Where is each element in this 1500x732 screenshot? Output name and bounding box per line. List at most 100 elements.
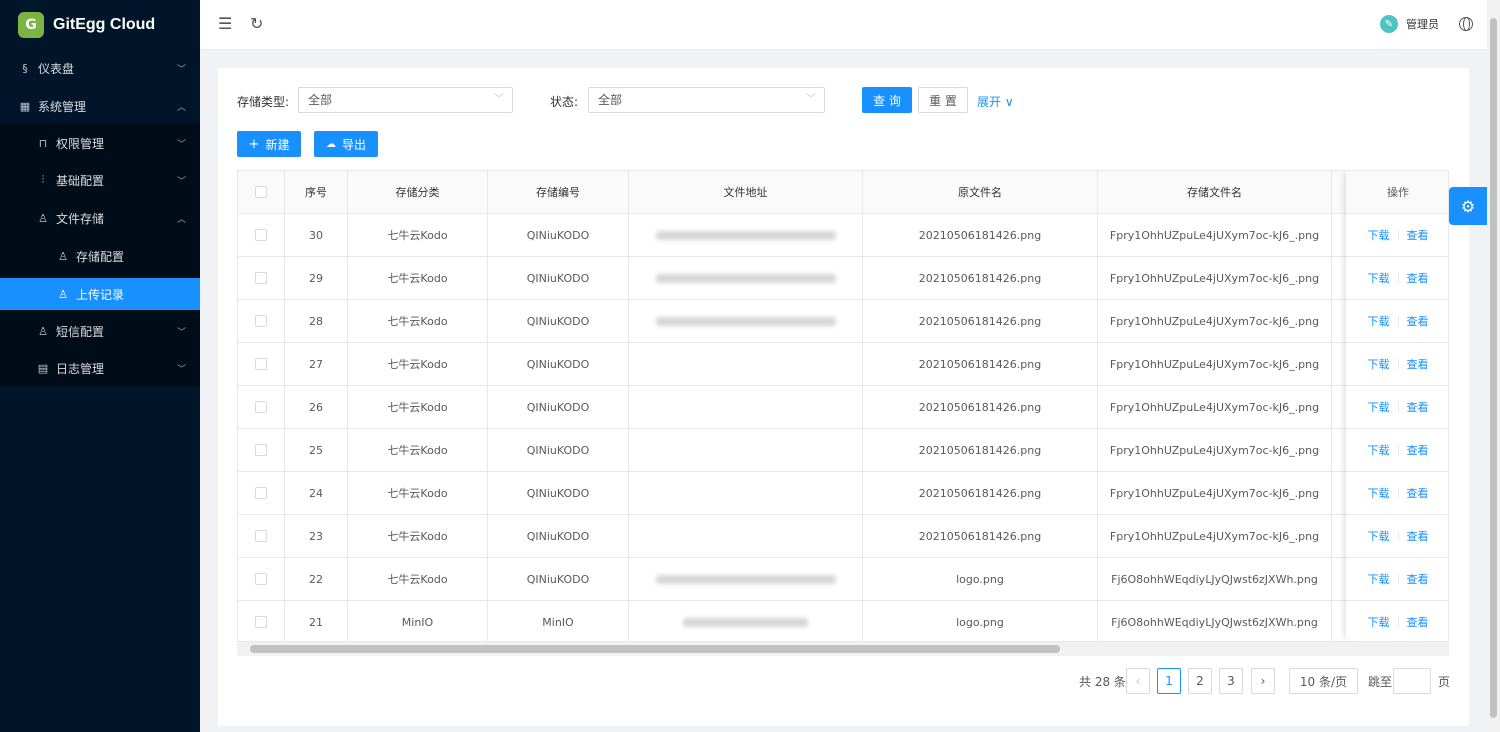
query-button[interactable]: 查 询 xyxy=(862,87,912,113)
view-link[interactable]: 查看 xyxy=(1407,313,1429,329)
select-value: 全部 xyxy=(598,93,623,107)
col-header-url[interactable]: 文件地址 xyxy=(629,171,863,213)
pagination-total: 共 28 条 xyxy=(1079,674,1126,689)
redacted-url xyxy=(655,230,836,240)
download-link[interactable]: 下载 xyxy=(1368,313,1390,329)
cell-no: 24 xyxy=(285,472,348,514)
table-horizontal-scrollbar[interactable] xyxy=(237,642,1449,656)
cell-select xyxy=(238,472,285,514)
cell-stored: Fpry1OhhUZpuLe4jUXym7oc-kJ6_.png xyxy=(1098,214,1332,256)
sidebar-item-log-management[interactable]: ▤ 日志管理 ﹀ xyxy=(0,352,200,384)
reset-button[interactable]: 重 置 xyxy=(918,87,968,113)
col-header-category[interactable]: 存储分类 xyxy=(348,171,488,213)
view-link[interactable]: 查看 xyxy=(1407,571,1429,587)
row-checkbox[interactable] xyxy=(255,272,267,284)
page-button[interactable]: 3 xyxy=(1219,668,1243,694)
download-link[interactable]: 下载 xyxy=(1368,399,1390,415)
sidebar-item-sms-config[interactable]: ♙ 短信配置 ﹀ xyxy=(0,315,200,347)
cell-original: 20210506181426.png xyxy=(863,386,1098,428)
row-checkbox[interactable] xyxy=(255,401,267,413)
action-divider xyxy=(1397,316,1399,326)
row-checkbox[interactable] xyxy=(255,487,267,499)
log-icon: ▤ xyxy=(37,361,49,375)
table-row[interactable]: 22 七牛云Kodo QINiuKODO logo.png Fj6O8ohhWEqdiy… xyxy=(238,558,1448,601)
col-header-original[interactable]: 原文件名 xyxy=(863,171,1098,213)
sidebar-item-upload-records[interactable]: ♙ 上传记录 xyxy=(0,278,200,310)
sidebar-item-file-storage[interactable]: ♙ 文件存储 ︿ xyxy=(0,202,200,234)
sidebar-item-basic-config[interactable]: ⫶ 基础配置 ﹀ xyxy=(0,164,200,196)
download-link[interactable]: 下载 xyxy=(1368,614,1390,630)
view-link[interactable]: 查看 xyxy=(1407,399,1429,415)
table-row[interactable]: 26 七牛云Kodo QINiuKODO 20210506181426.png Fpry… xyxy=(238,386,1448,429)
cell-select xyxy=(238,601,285,641)
download-link[interactable]: 下载 xyxy=(1368,528,1390,544)
scrollbar-thumb[interactable] xyxy=(250,645,1060,653)
prev-page-button[interactable]: ‹ xyxy=(1126,668,1150,694)
view-link[interactable]: 查看 xyxy=(1407,528,1429,544)
row-checkbox[interactable] xyxy=(255,530,267,542)
row-checkbox[interactable] xyxy=(255,358,267,370)
export-button[interactable]: ☁ 导出 xyxy=(314,131,378,157)
new-button-label: 新建 xyxy=(265,137,290,152)
table-row[interactable]: 23 七牛云Kodo QINiuKODO 20210506181426.png Fpry… xyxy=(238,515,1448,558)
row-checkbox[interactable] xyxy=(255,315,267,327)
download-link[interactable]: 下载 xyxy=(1368,270,1390,286)
view-link[interactable]: 查看 xyxy=(1407,270,1429,286)
page-button[interactable]: 2 xyxy=(1188,668,1212,694)
download-link[interactable]: 下载 xyxy=(1368,485,1390,501)
lock-icon: ⊓ xyxy=(38,136,48,150)
globe-icon[interactable] xyxy=(1459,17,1473,31)
page-button[interactable]: 1 xyxy=(1157,668,1181,694)
app-logo[interactable]: G GitEgg Cloud xyxy=(0,0,200,50)
table-row[interactable]: 28 七牛云Kodo QINiuKODO 20210506181426.png Fpry… xyxy=(238,300,1448,343)
storage-type-select[interactable]: 全部 ﹀ xyxy=(298,87,513,113)
avatar[interactable]: ✎ xyxy=(1380,15,1398,33)
row-checkbox[interactable] xyxy=(255,229,267,241)
col-header-stored[interactable]: 存储文件名 xyxy=(1098,171,1332,213)
download-link[interactable]: 下载 xyxy=(1368,442,1390,458)
expand-link[interactable]: 展开 ∨ xyxy=(977,93,1014,110)
sidebar-item-dashboard[interactable]: § 仪表盘 ﹀ xyxy=(0,52,200,84)
page-scrollbar[interactable] xyxy=(1487,0,1500,732)
sidebar-item-system[interactable]: ▦ 系统管理 ︿ xyxy=(0,90,200,122)
table-row[interactable]: 30 七牛云Kodo QINiuKODO 20210506181426.png Fpry… xyxy=(238,214,1448,257)
view-link[interactable]: 查看 xyxy=(1407,485,1429,501)
cell-category: 七牛云Kodo xyxy=(348,386,488,428)
page-size-select[interactable]: 10 条/页 xyxy=(1289,668,1358,694)
chevron-up-icon: ︿ xyxy=(176,214,186,225)
cell-select xyxy=(238,386,285,428)
status-select[interactable]: 全部 ﹀ xyxy=(588,87,825,113)
download-link[interactable]: 下载 xyxy=(1368,227,1390,243)
table-row[interactable]: 24 七牛云Kodo QINiuKODO 20210506181426.png Fpry… xyxy=(238,472,1448,515)
download-link[interactable]: 下载 xyxy=(1368,571,1390,587)
view-link[interactable]: 查看 xyxy=(1407,356,1429,372)
jump-page-input[interactable] xyxy=(1393,668,1431,694)
table-row[interactable]: 21 MinIO MinIO logo.png Fj6O8ohhWEqdiyLJyQJw… xyxy=(238,601,1448,641)
view-link[interactable]: 查看 xyxy=(1407,227,1429,243)
select-all-checkbox[interactable] xyxy=(255,186,267,198)
next-page-button[interactable]: › xyxy=(1251,668,1275,694)
table-row[interactable]: 25 七牛云Kodo QINiuKODO 20210506181426.png Fpry… xyxy=(238,429,1448,472)
row-checkbox[interactable] xyxy=(255,573,267,585)
cell-code: QINiuKODO xyxy=(488,472,629,514)
sidebar-item-permissions[interactable]: ⊓ 权限管理 ﹀ xyxy=(0,127,200,159)
sidebar-item-storage-config[interactable]: ♙ 存储配置 xyxy=(0,240,200,272)
view-link[interactable]: 查看 xyxy=(1407,614,1429,630)
user-name[interactable]: 管理员 xyxy=(1406,16,1439,32)
row-checkbox[interactable] xyxy=(255,444,267,456)
menu-fold-icon[interactable]: ☰ xyxy=(218,14,232,33)
table-row[interactable]: 27 七牛云Kodo QINiuKODO 20210506181426.png Fpry… xyxy=(238,343,1448,386)
col-header-code[interactable]: 存储编号 xyxy=(488,171,629,213)
table-row[interactable]: 29 七牛云Kodo QINiuKODO 20210506181426.png Fpry… xyxy=(238,257,1448,300)
new-button[interactable]: + 新建 xyxy=(237,131,301,157)
cell-category: 七牛云Kodo xyxy=(348,343,488,385)
scrollbar-thumb[interactable] xyxy=(1490,18,1497,718)
col-header-no[interactable]: 序号 xyxy=(285,171,348,213)
row-checkbox[interactable] xyxy=(255,616,267,628)
settings-gear-icon[interactable]: ⚙ xyxy=(1449,187,1487,225)
cell-stored: Fpry1OhhUZpuLe4jUXym7oc-kJ6_.png xyxy=(1098,429,1332,471)
refresh-icon[interactable]: ↻ xyxy=(250,14,263,33)
row-actions: 下载 查看 xyxy=(1346,429,1448,472)
download-link[interactable]: 下载 xyxy=(1368,356,1390,372)
view-link[interactable]: 查看 xyxy=(1407,442,1429,458)
